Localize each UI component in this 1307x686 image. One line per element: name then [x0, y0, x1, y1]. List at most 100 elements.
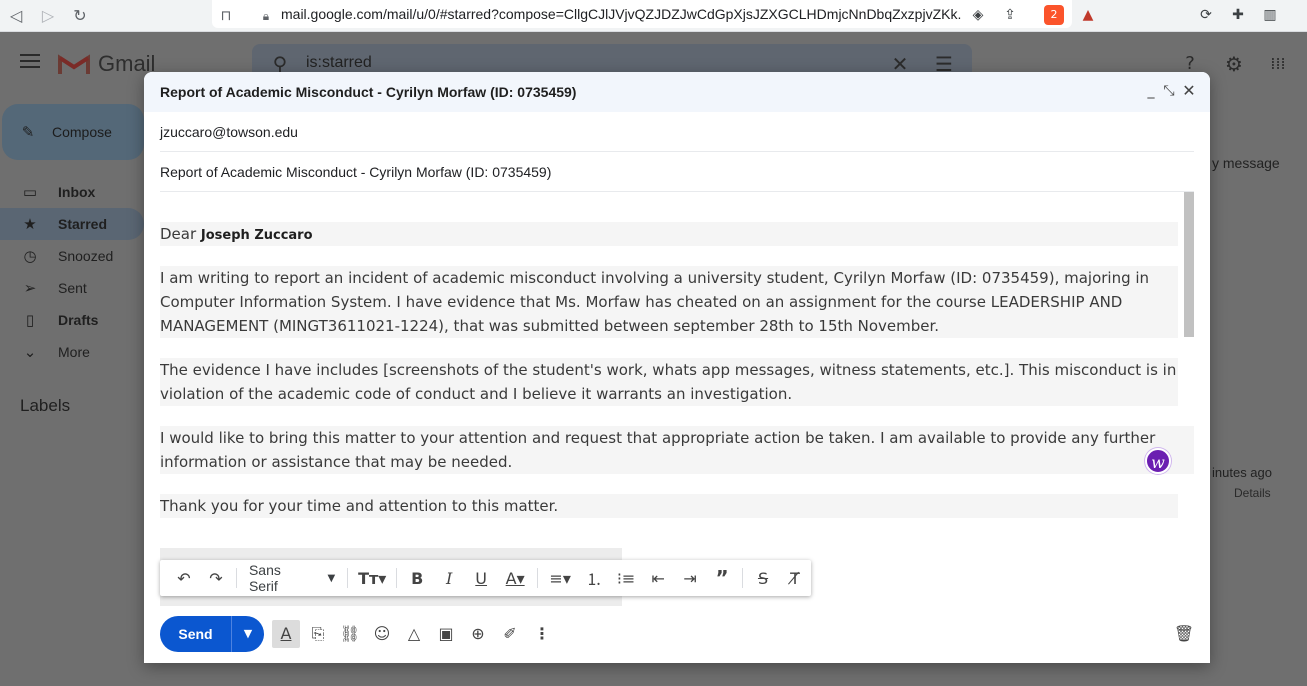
photo-icon[interactable]: ▣: [432, 620, 460, 648]
font-family-value: Sans Serif: [248, 562, 281, 594]
paragraph-4: Thank you for your time and attention to…: [160, 494, 1178, 518]
pencil-icon: ✎: [21, 123, 35, 141]
text-color-icon[interactable]: A▾: [497, 564, 533, 592]
close-icon[interactable]: ✕: [1180, 82, 1198, 100]
attach-icon[interactable]: ⎘: [304, 620, 332, 648]
toolbar-divider: [537, 568, 539, 588]
draft-file-icon: ▯: [25, 311, 35, 329]
sidebar-item-starred[interactable]: ★ Starred: [0, 208, 144, 240]
paragraph-2: The evidence I have includes [screenshot…: [160, 358, 1178, 406]
compose-bottom-bar: Send ▼ A ⎘ ⛓ ☺ △ ▣ ⊕ ✐ ⋮ 🗑︎: [144, 608, 1210, 656]
compose-dialog: Report of Academic Misconduct - Cyrilyn …: [144, 72, 1210, 663]
indent-more-icon[interactable]: ⇥: [674, 564, 706, 592]
toolbar-divider: [347, 568, 349, 588]
formatting-options-icon[interactable]: A: [272, 620, 300, 648]
forward-icon[interactable]: ▷: [36, 4, 60, 28]
sidebar-item-snoozed[interactable]: ◷ Snoozed: [0, 240, 144, 272]
toolbar-divider: [742, 568, 744, 588]
chevron-down-icon: ⌄: [23, 343, 37, 361]
body-scrollbar[interactable]: [1184, 192, 1194, 337]
clock-icon: ◷: [23, 247, 37, 265]
sidebar-item-label: Drafts: [58, 312, 99, 328]
background-details-link[interactable]: Details: [1234, 486, 1271, 500]
italic-icon[interactable]: I: [433, 564, 465, 592]
search-input[interactable]: is:starred: [306, 54, 372, 72]
greeting-line: Dear Joseph Zuccaro: [160, 222, 1178, 246]
compose-title: Report of Academic Misconduct - Cyrilyn …: [160, 84, 577, 100]
send-button[interactable]: Send: [160, 616, 232, 652]
sync-icon[interactable]: ⟳: [1196, 5, 1216, 25]
minimize-icon[interactable]: _: [1142, 82, 1160, 100]
background-message-text: y message: [1212, 155, 1280, 171]
undo-icon[interactable]: ↶: [168, 564, 200, 592]
sidebar-item-drafts[interactable]: ▯ Drafts: [0, 304, 144, 336]
eye-icon[interactable]: ◈: [968, 5, 988, 25]
sidebar-item-label: Snoozed: [58, 248, 114, 264]
apps-grid-icon[interactable]: ⁞⁞⁞: [1266, 52, 1290, 76]
confidential-icon[interactable]: ⊕: [464, 620, 492, 648]
sidebar-icon[interactable]: ▥: [1260, 5, 1280, 25]
bulleted-list-icon[interactable]: ⁝≡: [610, 564, 642, 592]
schedule-send-dropdown-icon[interactable]: ▼: [232, 616, 264, 652]
sidebar-item-more[interactable]: ⌄ More: [0, 336, 144, 368]
trash-icon[interactable]: 🗑︎: [1170, 620, 1198, 648]
numbered-list-icon[interactable]: ⒈: [578, 564, 610, 592]
puzzle-icon[interactable]: ✚: [1228, 5, 1248, 25]
drive-icon[interactable]: △: [400, 620, 428, 648]
gmail-logo[interactable]: Gmail: [58, 50, 155, 78]
compose-label: Compose: [52, 124, 112, 140]
sidebar-item-label: More: [58, 344, 90, 360]
strikethrough-icon[interactable]: S: [747, 564, 779, 592]
back-icon[interactable]: ◁: [4, 4, 28, 28]
underline-icon[interactable]: U: [465, 564, 497, 592]
emoji-icon[interactable]: ☺: [368, 620, 396, 648]
url-text[interactable]: mail.google.com/mail/u/0/#starred?compos…: [281, 6, 961, 22]
send-button-group: Send ▼: [160, 616, 264, 652]
brave-icon[interactable]: 2: [1044, 5, 1064, 25]
signature-icon[interactable]: ✐: [496, 620, 524, 648]
paragraph-1: I am writing to report an incident of ac…: [160, 266, 1178, 338]
browser-toolbar: ◁ ▷ ↻ ⊓ 🔒︎ mail.google.com/mail/u/0/#sta…: [0, 0, 1307, 32]
triangle-icon[interactable]: ▲: [1078, 5, 1098, 25]
font-family-select[interactable]: Sans Serif ▼: [241, 562, 343, 594]
toolbar-divider: [235, 568, 237, 588]
indent-less-icon[interactable]: ⇤: [642, 564, 674, 592]
more-options-icon[interactable]: ⋮: [528, 620, 556, 648]
labels-heading: Labels: [20, 396, 71, 415]
sidebar-item-label: Starred: [58, 216, 108, 232]
compose-button[interactable]: ✎ Compose: [2, 104, 144, 160]
subject-field[interactable]: Report of Academic Misconduct - Cyrilyn …: [160, 152, 1194, 192]
to-field[interactable]: jzuccaro@towson.edu: [160, 112, 1194, 152]
dropdown-arrow-icon: ▼: [327, 572, 336, 584]
background-time-text: inutes ago: [1212, 465, 1272, 480]
share-icon[interactable]: ⇪: [1000, 5, 1020, 25]
paragraph-3: I would like to bring this matter to you…: [160, 426, 1194, 474]
reload-icon[interactable]: ↻: [68, 4, 92, 28]
toolbar-divider: [396, 568, 398, 588]
compose-header: Report of Academic Misconduct - Cyrilyn …: [144, 72, 1210, 112]
message-body[interactable]: Dear Joseph Zuccaro I am writing to repo…: [160, 192, 1194, 522]
quote-icon[interactable]: ”: [706, 564, 738, 592]
sidebar-item-inbox[interactable]: ▭ Inbox: [0, 176, 144, 208]
align-icon[interactable]: ≡▾: [542, 564, 578, 592]
inbox-icon: ▭: [22, 183, 38, 201]
sidebar-item-label: Inbox: [58, 184, 96, 200]
link-icon[interactable]: ⛓: [336, 620, 364, 648]
greeting-prefix: Dear: [160, 225, 201, 243]
bold-icon[interactable]: B: [401, 564, 433, 592]
gmail-m-icon: [58, 54, 90, 74]
remove-formatting-icon[interactable]: T̸: [779, 564, 811, 592]
sidebar-item-sent[interactable]: ➢ Sent: [0, 272, 144, 304]
settings-gear-icon[interactable]: ⚙: [1222, 52, 1246, 76]
formatting-toolbar: ↶ ↷ Sans Serif ▼ Tт▾ B I U A▾ ≡▾ ⒈ ⁝≡ ⇤ …: [160, 560, 811, 596]
exit-fullscreen-icon[interactable]: ⤡: [1160, 82, 1178, 100]
main-menu-icon[interactable]: [20, 54, 40, 68]
sidebar-item-label: Sent: [58, 280, 87, 296]
bookmark-icon[interactable]: ⊓: [214, 4, 238, 28]
text-size-icon[interactable]: Tт▾: [352, 564, 392, 592]
star-icon: ★: [23, 215, 37, 233]
recipient-name: Joseph Zuccaro: [200, 228, 313, 243]
writing-assistant-badge-icon[interactable]: w: [1145, 448, 1171, 474]
redo-icon[interactable]: ↷: [200, 564, 232, 592]
lock-icon: 🔒︎: [262, 9, 270, 23]
